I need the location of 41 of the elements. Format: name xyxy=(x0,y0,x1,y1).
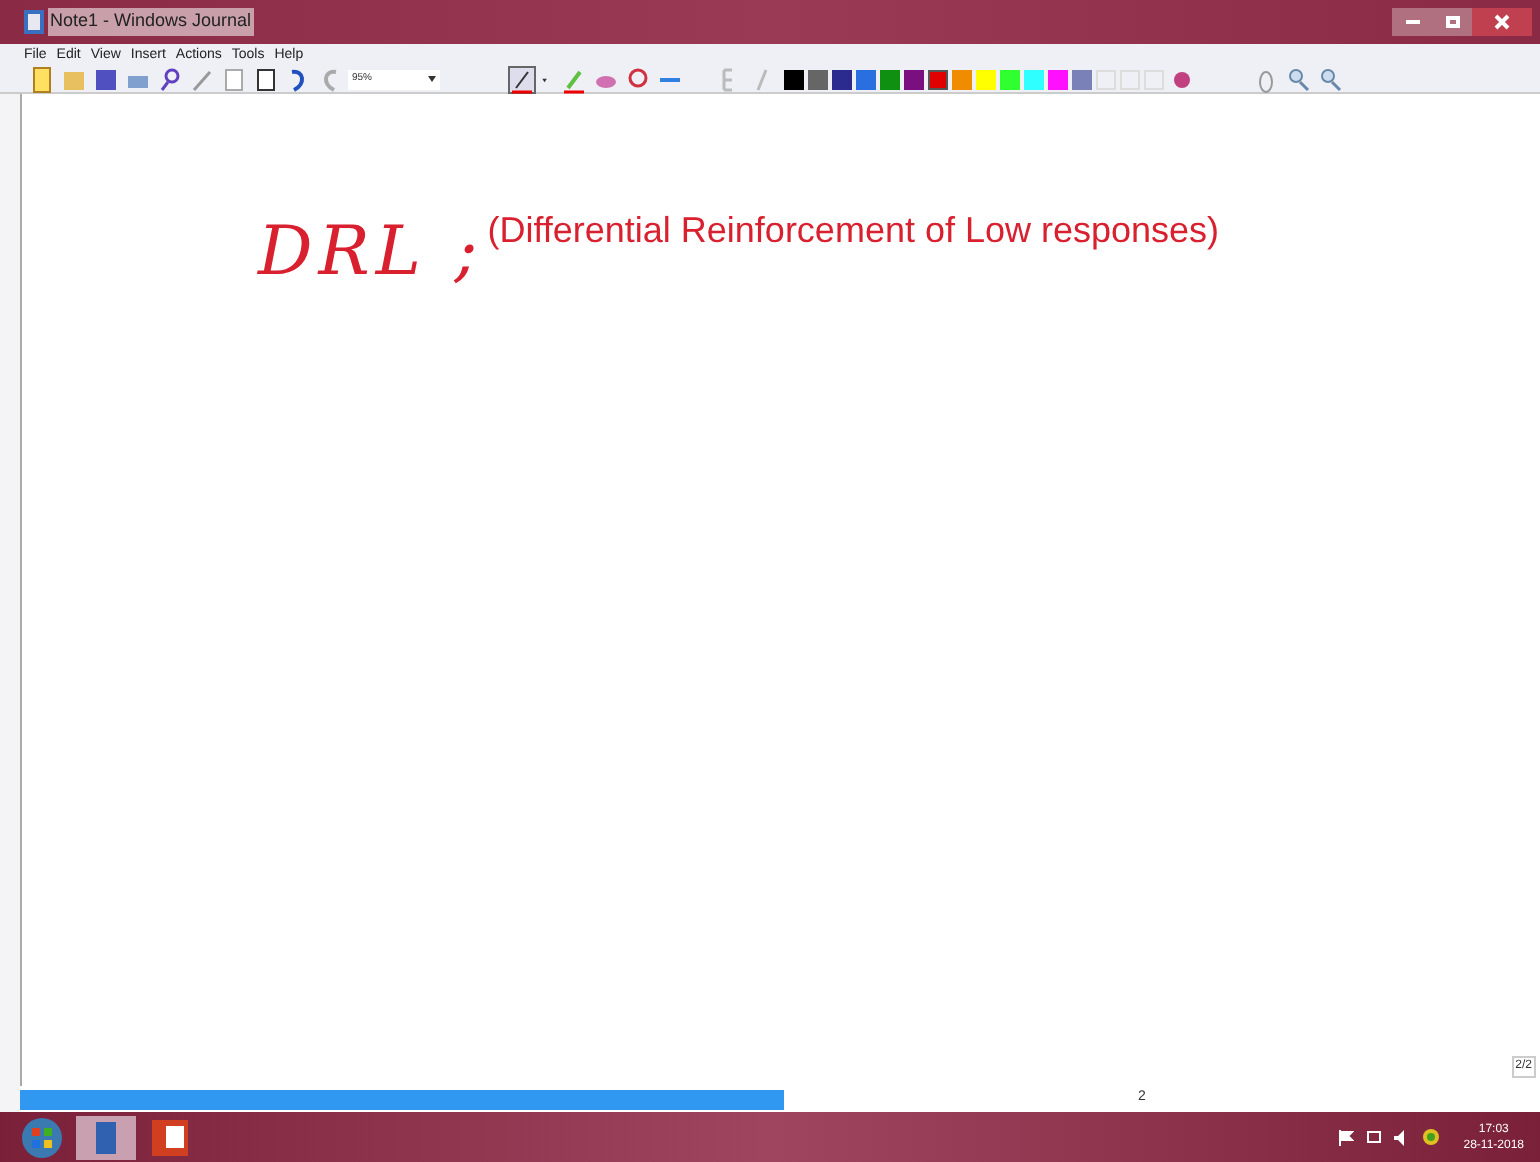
window-title: Note1 - Windows Journal xyxy=(48,8,254,36)
save-icon[interactable] xyxy=(92,65,120,93)
color-swatch[interactable] xyxy=(976,69,996,89)
caret-icon xyxy=(428,76,436,82)
maximize-button[interactable] xyxy=(1432,8,1472,36)
search-icon[interactable] xyxy=(156,65,184,93)
color-swatch[interactable] xyxy=(904,69,924,89)
note-text: (Differential Reinforcement of Low responses) xyxy=(487,208,1220,254)
network-icon[interactable] xyxy=(1365,1129,1382,1145)
color-swatch[interactable] xyxy=(1000,69,1020,89)
color-swatch[interactable] xyxy=(880,69,900,89)
color-swatch[interactable] xyxy=(832,69,852,89)
handwritten-ink: DRL ; xyxy=(258,218,484,286)
highlighter-icon[interactable] xyxy=(560,65,588,93)
color-swatch[interactable] xyxy=(856,69,876,89)
empty-swatch[interactable] xyxy=(1120,69,1140,89)
zoom-out-icon[interactable] xyxy=(1316,65,1344,93)
scrollbar-thumb[interactable] xyxy=(20,1089,784,1109)
color-swatch[interactable] xyxy=(784,69,804,89)
color-swatch[interactable] xyxy=(808,69,828,89)
flag-icon[interactable] xyxy=(1337,1129,1354,1145)
pen-tool-icon[interactable] xyxy=(508,65,536,93)
color-swatch[interactable] xyxy=(928,69,948,89)
lasso-icon[interactable] xyxy=(624,65,652,93)
color-swatch[interactable] xyxy=(1072,69,1092,89)
close-button[interactable] xyxy=(1472,8,1532,36)
zoom-in-icon[interactable] xyxy=(1284,65,1312,93)
start-button[interactable] xyxy=(20,1115,64,1159)
minimize-button[interactable] xyxy=(1392,8,1432,36)
close-icon xyxy=(1494,14,1510,30)
app-icon xyxy=(24,10,44,34)
slides-taskbar-icon[interactable] xyxy=(148,1115,192,1159)
color-swatch[interactable] xyxy=(1024,69,1044,89)
journal-taskbar-icon[interactable] xyxy=(76,1115,136,1159)
new-page-icon[interactable] xyxy=(28,65,56,93)
color-swatch[interactable] xyxy=(952,69,972,89)
speaker-icon[interactable] xyxy=(1393,1129,1410,1145)
status-icon[interactable] xyxy=(1421,1128,1440,1146)
color-swatch[interactable] xyxy=(1048,69,1068,89)
empty-swatch[interactable] xyxy=(1096,69,1116,89)
empty-swatch[interactable] xyxy=(1144,69,1164,89)
